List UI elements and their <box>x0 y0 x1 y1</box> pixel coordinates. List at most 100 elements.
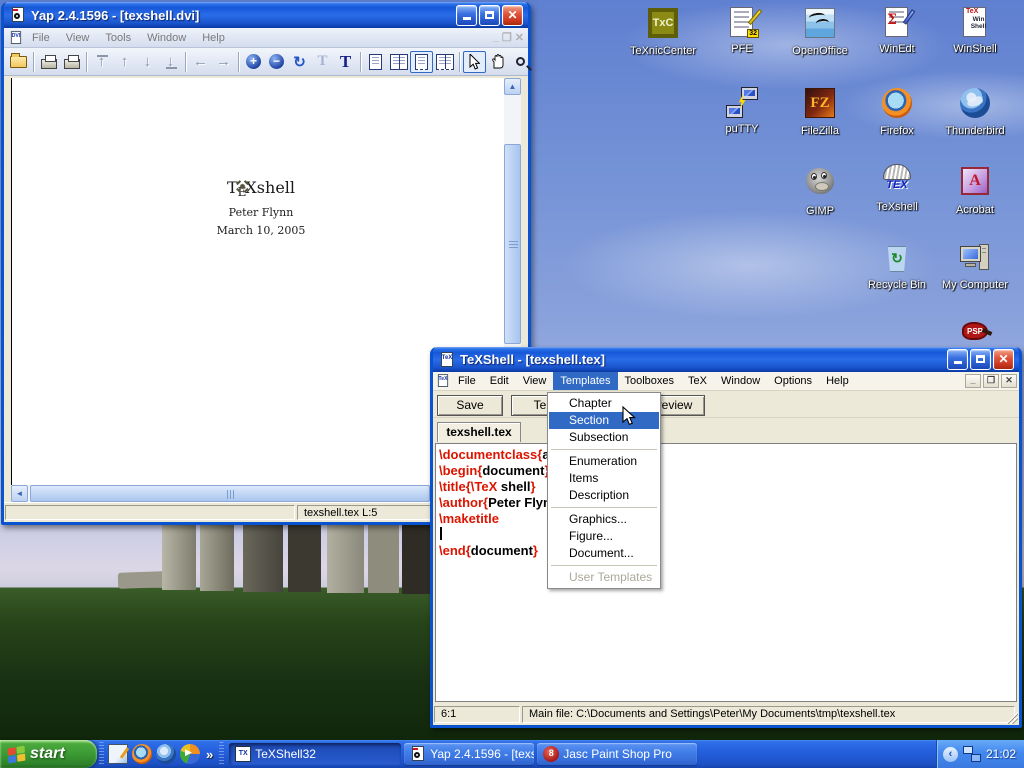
texshell-menu-file[interactable]: File <box>451 372 483 390</box>
select-pointer-button[interactable] <box>463 51 486 73</box>
desktop-icon-winshell[interactable]: TeXWin Shell WinShell <box>930 6 1020 55</box>
quicklaunch-overflow-chevron[interactable]: » <box>206 747 213 762</box>
texshell-menu-templates[interactable]: Templates <box>553 372 617 390</box>
next-page-button[interactable]: ↓ <box>136 51 159 73</box>
desktop-icon-texniccenter[interactable]: TxC TeXnicCenter <box>618 6 708 57</box>
menu-item-items[interactable]: Items <box>549 470 659 487</box>
continuous-double-view-button[interactable] <box>433 51 456 73</box>
scroll-left-button[interactable]: ◄ <box>11 485 28 502</box>
menu-item-document[interactable]: Document... <box>549 545 659 562</box>
yap-status-left <box>5 505 295 520</box>
yap-mdi-buttons[interactable]: _❐✕ <box>493 31 524 44</box>
text-tool-button[interactable]: T <box>334 51 357 73</box>
yap-hscroll-thumb[interactable] <box>30 485 430 502</box>
task-button-yap[interactable]: Yap 2.4.1596 - [texs... <box>404 743 534 765</box>
desktop-icon-firefox[interactable]: Firefox <box>852 86 942 137</box>
menu-item-graphics[interactable]: Graphics... <box>549 511 659 528</box>
double-page-view-button[interactable] <box>387 51 410 73</box>
yap-vscroll-thumb[interactable] <box>504 144 521 344</box>
menu-item-figure[interactable]: Figure... <box>549 528 659 545</box>
menu-item-description[interactable]: Description <box>549 487 659 504</box>
desktop-icon-winedt[interactable]: Σ WinEdt <box>852 6 942 55</box>
desktop-icon-thunderbird[interactable]: Thunderbird <box>930 86 1020 137</box>
quicklaunch-show-desktop[interactable] <box>108 744 128 764</box>
mdi-close-button[interactable]: ✕ <box>1001 374 1017 388</box>
start-button[interactable]: start <box>0 740 97 768</box>
hand-tool-button[interactable] <box>486 51 509 73</box>
single-page-view-button[interactable] <box>364 51 387 73</box>
mdi-restore-button[interactable]: ❐ <box>983 374 999 388</box>
menu-item-subsection[interactable]: Subsection <box>549 429 659 446</box>
texshell-menu-edit[interactable]: Edit <box>483 372 516 390</box>
system-tray: ‹ 21:02 <box>936 740 1024 768</box>
last-page-button[interactable]: ↓ <box>159 51 182 73</box>
texniccenter-icon: TxC <box>646 8 680 42</box>
texshell-close-button[interactable]: ✕ <box>993 349 1014 370</box>
zoom-out-button[interactable]: − <box>265 51 288 73</box>
refresh-button[interactable]: ↻ <box>288 51 311 73</box>
scroll-up-button[interactable]: ▲ <box>504 78 521 95</box>
desktop-icon-texshell[interactable]: TEX TeXshell <box>852 164 942 213</box>
ruler-tool-button[interactable]: T <box>311 51 334 73</box>
yap-maximize-button[interactable] <box>479 5 500 26</box>
texshell-menu-tex[interactable]: TeX <box>681 372 714 390</box>
mdi-minimize-button[interactable]: _ <box>965 374 981 388</box>
zoom-in-button[interactable]: + <box>242 51 265 73</box>
yap-menu-help[interactable]: Help <box>194 30 233 46</box>
tray-chevron-button[interactable]: ‹ <box>943 747 958 762</box>
yap-minimize-button[interactable] <box>456 5 477 26</box>
desktop-icon-acrobat[interactable]: A Acrobat <box>930 164 1020 216</box>
yap-menu-window[interactable]: Window <box>139 30 194 46</box>
resize-grip[interactable] <box>1006 712 1018 724</box>
continuous-view-button[interactable] <box>410 51 433 73</box>
texshell-menu-toolboxes[interactable]: Toolboxes <box>618 372 682 390</box>
forward-button[interactable]: → <box>212 51 235 73</box>
texshell-editor[interactable]: \documentclass{article}\begin{document}\… <box>435 443 1017 702</box>
yap-menu-tools[interactable]: Tools <box>97 30 139 46</box>
texshell-titlebar[interactable]: TeX TeXShell - [texshell.tex] ✕ <box>433 347 1019 372</box>
task-button-paintshoppro[interactable]: 8 Jasc Paint Shop Pro <box>537 743 697 765</box>
main-file-status: Main file: C:\Documents and Settings\Pet… <box>522 706 1015 723</box>
magnifier-tool-button[interactable] <box>509 51 532 73</box>
print-button[interactable] <box>37 51 60 73</box>
menu-item-chapter[interactable]: Chapter <box>549 395 659 412</box>
desktop-icon-putty[interactable]: puTTY <box>697 86 787 135</box>
desktop-icon-recycle-bin[interactable]: ↻ Recycle Bin <box>852 242 942 291</box>
texshell-maximize-button[interactable] <box>970 349 991 370</box>
menu-item-enumeration[interactable]: Enumeration <box>549 453 659 470</box>
code-line: \author{Peter Flynn} <box>439 495 1016 511</box>
task-button-texshell32[interactable]: TX TeXShell32 <box>229 743 401 765</box>
stonehenge-stone <box>118 571 167 589</box>
stonehenge-stone <box>327 518 364 593</box>
previous-page-button[interactable]: ↑ <box>113 51 136 73</box>
yap-menu-view[interactable]: View <box>58 30 98 46</box>
yap-menubar: DVI File View Tools Window Help _❐✕ <box>4 28 528 48</box>
texshell-menu-view[interactable]: View <box>516 372 554 390</box>
menu-item-section[interactable]: Section <box>549 412 659 429</box>
print-setup-button[interactable] <box>60 51 83 73</box>
network-tray-icon[interactable] <box>963 746 981 762</box>
templates-dropdown-menu: Chapter Section Subsection Enumeration I… <box>547 392 661 589</box>
tab-texshell-tex[interactable]: texshell.tex <box>437 422 521 442</box>
quicklaunch-firefox[interactable] <box>132 744 152 764</box>
texshell-window: TeX TeXShell - [texshell.tex] ✕ TeX File… <box>430 347 1022 728</box>
quicklaunch-thunderbird[interactable] <box>156 744 176 764</box>
my-computer-icon <box>958 242 992 276</box>
first-page-button[interactable]: ↑ <box>90 51 113 73</box>
thunderbird-icon <box>958 88 992 122</box>
desktop-icon-pfe[interactable]: 32 PFE <box>697 6 787 55</box>
texshell-menu-window[interactable]: Window <box>714 372 767 390</box>
yap-menu-file[interactable]: File <box>24 30 58 46</box>
save-button[interactable]: Save <box>437 395 503 416</box>
desktop-icon-my-computer[interactable]: My Computer <box>930 242 1020 291</box>
code-line: \end{document} <box>439 543 1016 559</box>
open-file-button[interactable] <box>7 51 30 73</box>
pointer-icon <box>469 54 480 70</box>
yap-titlebar[interactable]: Yap 2.4.1596 - [texshell.dvi] ✕ <box>4 2 528 28</box>
texshell-menu-options[interactable]: Options <box>767 372 819 390</box>
texshell-minimize-button[interactable] <box>947 349 968 370</box>
back-button[interactable]: ← <box>189 51 212 73</box>
quicklaunch-media-player[interactable] <box>180 744 200 764</box>
texshell-menu-help[interactable]: Help <box>819 372 856 390</box>
yap-close-button[interactable]: ✕ <box>502 5 523 26</box>
